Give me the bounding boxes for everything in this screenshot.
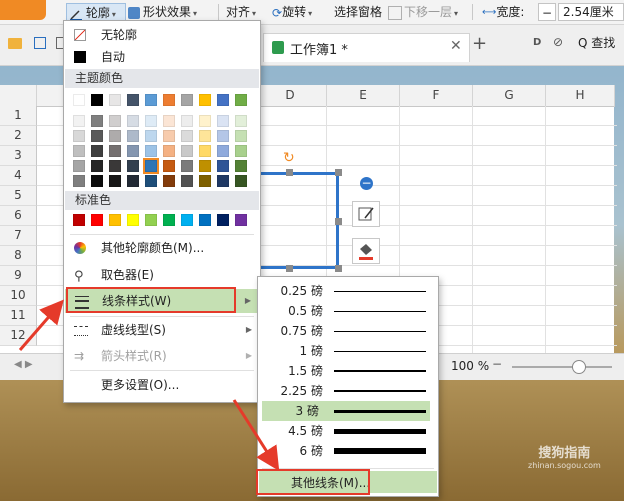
watermark-brand: 搜狗指南: [538, 446, 591, 461]
annotation-arrows: [18, 299, 280, 472]
watermark-url: zhinan.sogou.com: [528, 461, 601, 470]
app-window: 轮廓 ▾ 形状效果 ▾ 对齐 ▾ ⟳旋转 ▾ 选择窗格 下移一层 ▾ ⟷宽度: − 2.5…: [0, 0, 624, 501]
watermark: 搜狗指南 zhinan.sogou.com: [528, 442, 601, 470]
